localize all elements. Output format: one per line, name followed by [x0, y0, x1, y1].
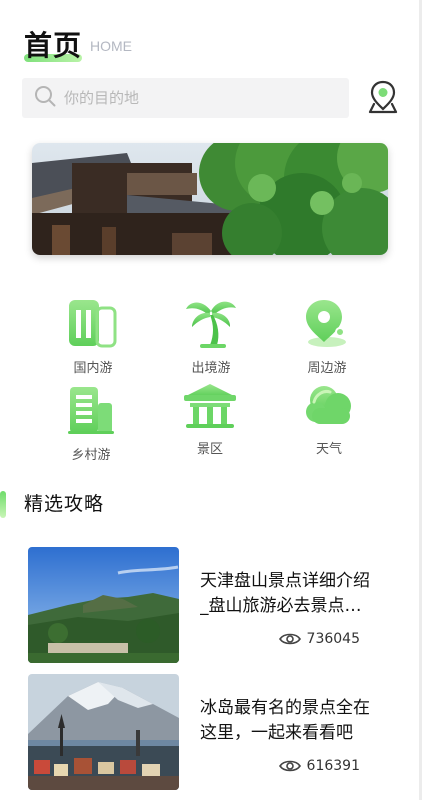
building-icon — [65, 295, 121, 351]
category-domestic[interactable]: 国内游 — [48, 295, 138, 376]
location-pin-icon — [367, 79, 399, 119]
article-card[interactable]: 冰岛最有名的景点全在这里，一起来看看吧 616391 — [28, 674, 370, 792]
article-thumbnail — [28, 674, 179, 790]
page-title: 首页 — [24, 29, 83, 62]
category-outbound[interactable]: 出境游 — [166, 295, 256, 376]
search-icon — [34, 85, 56, 111]
category-nearby[interactable]: 周边游 — [282, 295, 372, 376]
category-label: 乡村游 — [71, 448, 111, 463]
pavilion-icon — [182, 376, 238, 432]
category-scenic[interactable]: 景区 — [165, 376, 255, 457]
category-label: 出境游 — [191, 361, 231, 376]
category-label: 国内游 — [73, 361, 113, 376]
article-thumbnail — [28, 547, 179, 663]
search-input[interactable] — [64, 89, 304, 107]
title-wrap: 首页 — [24, 28, 82, 64]
page-header: 首页 HOME — [24, 24, 132, 64]
palm-tree-icon — [183, 295, 239, 351]
map-pin-icon — [299, 295, 355, 351]
page-subtitle: HOME — [90, 38, 133, 54]
article-title[interactable]: 天津盘山景点详细介绍_盘山旅游必去景点推荐 — [200, 569, 376, 619]
village-building-icon — [63, 382, 119, 438]
eye-icon — [278, 633, 301, 645]
eye-icon — [278, 760, 301, 772]
search-bar[interactable] — [22, 78, 349, 118]
location-button[interactable] — [366, 80, 400, 118]
section-accent-bar — [0, 491, 6, 518]
article-title[interactable]: 冰岛最有名的景点全在这里，一起来看看吧 — [200, 696, 376, 746]
view-count-value: 736045 — [306, 631, 360, 647]
article-card[interactable]: 天津盘山景点详细介绍_盘山旅游必去景点推荐 736045 — [28, 547, 370, 665]
view-count: 616391 — [278, 758, 360, 774]
cloud-icon — [301, 376, 357, 432]
view-count: 736045 — [278, 631, 360, 647]
category-weather[interactable]: 天气 — [284, 376, 374, 457]
view-count-value: 616391 — [306, 758, 360, 774]
category-label: 天气 — [315, 442, 342, 457]
category-label: 景区 — [196, 442, 223, 457]
home-page: 首页 HOME 你的目的地 国内游 出境游 周边游 乡村游 景区 天气 精选攻略… — [0, 0, 422, 800]
category-rural[interactable]: 乡村游 — [46, 382, 136, 463]
banner-image[interactable] — [32, 143, 388, 255]
category-label: 周边游 — [307, 361, 347, 376]
section-title: 精选攻略 — [24, 493, 105, 515]
